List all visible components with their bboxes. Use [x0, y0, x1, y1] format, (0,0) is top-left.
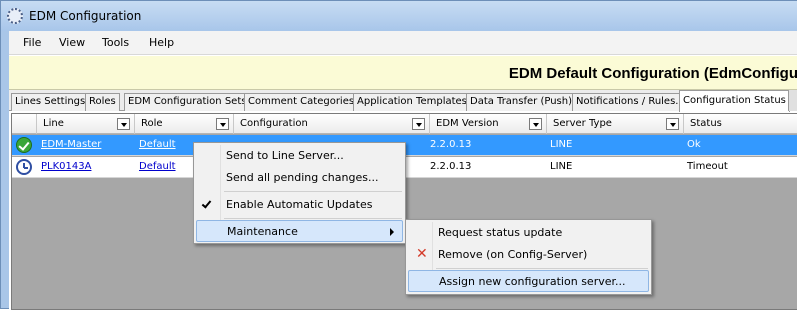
- tab-edm-configuration-sets[interactable]: EDM Configuration Sets: [124, 93, 251, 111]
- column-header-edm-version[interactable]: EDM Version: [430, 114, 547, 134]
- server-type-cell: LINE: [550, 139, 573, 150]
- menu-item-send-to-line-server[interactable]: Send to Line Server...: [196, 145, 403, 167]
- line-filter-dropdown-icon[interactable]: [117, 118, 130, 130]
- role-filter-dropdown-icon[interactable]: [216, 118, 229, 130]
- role-link[interactable]: Default: [139, 139, 176, 150]
- server-type-cell: LINE: [550, 161, 573, 172]
- tab-roles[interactable]: Roles: [85, 93, 120, 111]
- edm-version-filter-dropdown-icon[interactable]: [529, 118, 542, 130]
- column-header-line[interactable]: Line: [37, 114, 135, 134]
- server-type-filter-dropdown-icon[interactable]: [666, 118, 679, 130]
- tab-data-transfer-push[interactable]: Data Transfer (Push): [466, 93, 576, 111]
- app-gear-icon: [7, 8, 23, 24]
- column-header-line-label: Line: [43, 118, 64, 129]
- menu-item-label: Send all pending changes...: [226, 171, 379, 184]
- column-header-configuration-label: Configuration: [240, 118, 308, 129]
- tab-strip: Lines Settings Roles EDM Configuration S…: [9, 90, 797, 112]
- menu-view[interactable]: View: [59, 36, 85, 49]
- column-header-status-label: Status: [690, 118, 722, 129]
- tab-configuration-status[interactable]: Configuration Status: [679, 90, 790, 112]
- menu-file[interactable]: File: [23, 36, 41, 49]
- tab-lines-settings[interactable]: Lines Settings: [11, 93, 90, 111]
- menu-separator: [224, 218, 402, 219]
- remove-x-icon: ✕: [416, 246, 428, 262]
- tab-application-templates[interactable]: Application Templates: [353, 93, 471, 111]
- menu-separator: [224, 191, 402, 192]
- edm-version-cell: 2.2.0.13: [430, 139, 472, 150]
- header-band: EDM Default Configuration (EdmConfigu: [9, 56, 797, 90]
- column-header-edm-version-label: EDM Version: [436, 118, 499, 129]
- menu-item-assign-new-configuration-server[interactable]: Assign new configuration server...: [408, 270, 649, 292]
- menu-item-remove-on-config-server[interactable]: ✕ Remove (on Config-Server): [408, 244, 649, 266]
- tab-notifications-rules[interactable]: Notifications / Rules...: [572, 93, 689, 111]
- menu-item-label: Maintenance: [227, 225, 298, 238]
- window-title: EDM Configuration: [29, 9, 142, 23]
- page-title: EDM Default Configuration (EdmConfigu: [508, 65, 797, 82]
- line-link[interactable]: EDM-Master: [41, 139, 101, 150]
- menu-help[interactable]: Help: [149, 36, 174, 49]
- ok-check-icon: [16, 137, 32, 153]
- menu-item-enable-automatic-updates[interactable]: Enable Automatic Updates: [196, 194, 403, 216]
- menu-item-label: Request status update: [438, 226, 563, 239]
- menu-item-label: Send to Line Server...: [226, 149, 344, 162]
- maintenance-submenu: Request status update ✕ Remove (on Confi…: [405, 219, 652, 295]
- submenu-arrow-icon: [390, 228, 394, 236]
- menu-item-maintenance[interactable]: Maintenance: [196, 220, 403, 242]
- column-header-icon: [12, 114, 37, 134]
- menu-item-label: Remove (on Config-Server): [438, 248, 588, 261]
- column-header-role-label: Role: [141, 118, 163, 129]
- context-menu: Send to Line Server... Send all pending …: [193, 142, 406, 244]
- menu-separator: [436, 268, 648, 269]
- menu-item-send-all-pending-changes[interactable]: Send all pending changes...: [196, 167, 403, 189]
- column-header-server-type-label: Server Type: [553, 118, 612, 129]
- configuration-filter-dropdown-icon[interactable]: [412, 118, 425, 130]
- status-cell: Timeout: [687, 161, 728, 172]
- status-cell: Ok: [687, 139, 701, 150]
- title-bar[interactable]: EDM Configuration: [1, 1, 797, 31]
- column-header-server-type[interactable]: Server Type: [547, 114, 684, 134]
- column-header-status[interactable]: Status: [684, 114, 797, 134]
- column-header-role[interactable]: Role: [135, 114, 234, 134]
- app-window: EDM Configuration File View Tools Help E…: [0, 0, 797, 310]
- role-link[interactable]: Default: [139, 161, 176, 172]
- clock-icon: [16, 159, 32, 175]
- tab-scroll-button[interactable]: [788, 90, 797, 111]
- menu-tools[interactable]: Tools: [102, 36, 129, 49]
- menu-bar: File View Tools Help: [9, 31, 797, 55]
- menu-item-label: Enable Automatic Updates: [226, 198, 373, 211]
- menu-item-label: Assign new configuration server...: [439, 275, 626, 288]
- checkmark-icon: [201, 198, 212, 209]
- line-link[interactable]: PLK0143A: [41, 161, 91, 172]
- column-header-configuration[interactable]: Configuration: [234, 114, 430, 134]
- menu-item-request-status-update[interactable]: Request status update: [408, 222, 649, 244]
- tab-comment-categories[interactable]: Comment Categories: [244, 93, 359, 111]
- edm-version-cell: 2.2.0.13: [430, 161, 472, 172]
- grid-header: Line Role Configuration EDM Version Serv…: [12, 114, 797, 134]
